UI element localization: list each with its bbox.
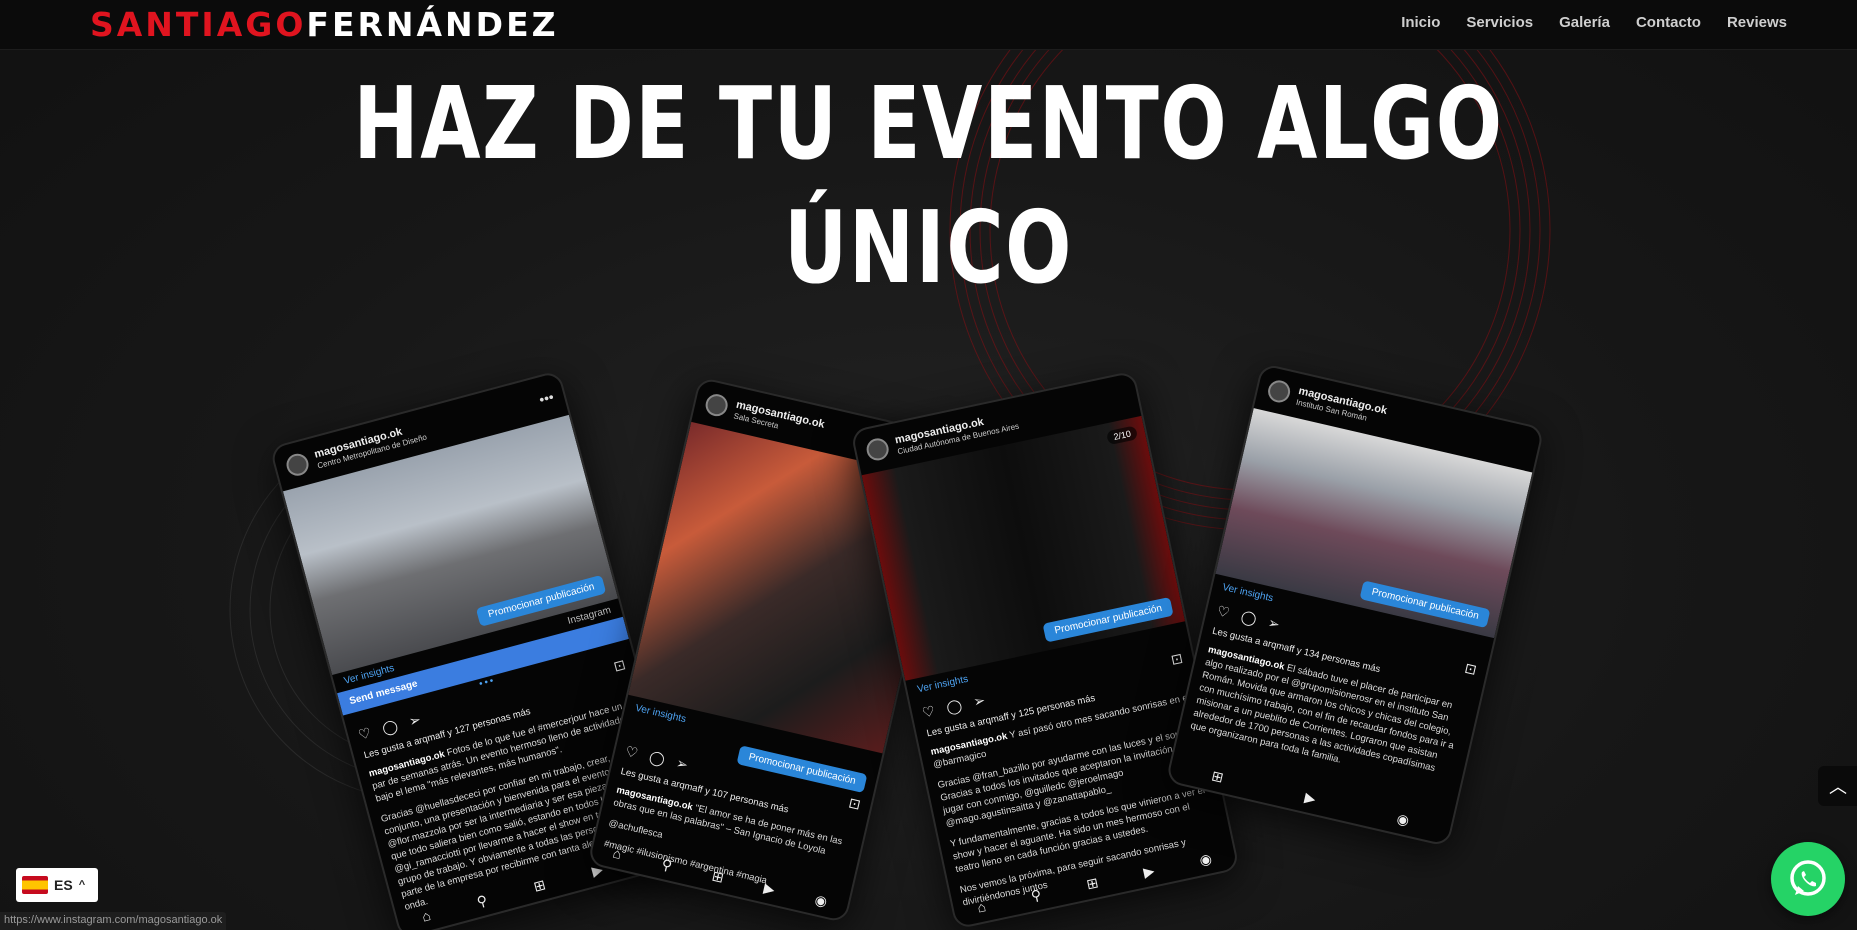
reels-icon[interactable]: ▶ [762, 879, 776, 898]
chevron-up-icon: ^ [78, 879, 86, 891]
search-icon[interactable]: ⚲ [1029, 886, 1043, 905]
hero-line-2: ÚNICO [784, 189, 1073, 306]
add-post-icon[interactable]: ⊞ [1085, 874, 1100, 893]
comment-icon[interactable]: ◯ [1239, 608, 1258, 628]
main-nav: Inicio Servicios Galería Contacto Review… [1401, 14, 1787, 31]
avatar [284, 451, 312, 479]
site-logo[interactable]: SANTIAGOFERNÁNDEZ [90, 6, 559, 44]
avatar [703, 391, 730, 419]
logo-first-name: SANTIAGO [90, 5, 307, 44]
search-icon[interactable]: ⚲ [475, 892, 489, 911]
nav-servicios[interactable]: Servicios [1466, 14, 1533, 31]
search-icon[interactable]: ⚲ [660, 856, 674, 875]
whatsapp-button[interactable] [1771, 842, 1845, 916]
language-code: ES [54, 877, 73, 893]
nav-reviews[interactable]: Reviews [1727, 14, 1787, 31]
add-post-icon[interactable]: ⊞ [1210, 767, 1225, 786]
heart-icon[interactable]: ♡ [624, 743, 640, 762]
bookmark-icon[interactable]: ⊡ [1169, 650, 1184, 669]
bookmark-icon[interactable]: ⊡ [847, 794, 862, 813]
nav-galeria[interactable]: Galería [1559, 14, 1610, 31]
share-icon[interactable]: ➢ [1266, 614, 1281, 633]
hero-line-1: HAZ DE TU EVENTO ALGO [353, 65, 1504, 182]
comment-icon[interactable]: ◯ [380, 717, 400, 737]
heart-icon[interactable]: ♡ [1215, 602, 1232, 621]
bookmark-icon[interactable]: ⊡ [1463, 660, 1478, 679]
language-selector[interactable]: ES ^ [16, 868, 98, 902]
chevron-up-icon: ︿ [1829, 777, 1847, 797]
share-icon[interactable]: ➢ [407, 711, 423, 730]
more-options-icon[interactable]: ••• [537, 388, 555, 407]
avatar [864, 436, 891, 463]
add-post-icon[interactable]: ⊞ [710, 867, 725, 886]
scroll-to-top-button[interactable]: ︿ [1818, 766, 1857, 806]
hero-title: HAZ DE TU EVENTO ALGO ÚNICO [204, 62, 1652, 310]
share-icon[interactable]: ➢ [972, 692, 987, 711]
carousel-counter: 2/10 [1106, 425, 1139, 446]
home-icon[interactable]: ⌂ [976, 898, 988, 916]
status-bar-url: https://www.instagram.com/magosantiago.o… [0, 912, 227, 930]
profile-icon[interactable]: ◉ [1395, 810, 1411, 829]
home-icon[interactable]: ⌂ [420, 907, 433, 926]
share-icon[interactable]: ➢ [674, 754, 690, 773]
comment-icon[interactable]: ◯ [945, 697, 964, 717]
add-post-icon[interactable]: ⊞ [532, 876, 548, 895]
home-icon[interactable]: ⌂ [611, 845, 623, 863]
heart-icon[interactable]: ♡ [357, 724, 374, 744]
comment-icon[interactable]: ◯ [648, 748, 667, 768]
profile-icon[interactable]: ◉ [1198, 850, 1213, 869]
avatar [1265, 378, 1293, 405]
nav-contacto[interactable]: Contacto [1636, 14, 1701, 31]
heart-icon[interactable]: ♡ [921, 702, 937, 721]
bookmark-icon[interactable]: ⊡ [612, 656, 628, 675]
spain-flag-icon [22, 876, 48, 894]
whatsapp-icon [1790, 860, 1826, 896]
profile-icon[interactable]: ◉ [813, 891, 829, 910]
reels-icon[interactable]: ▶ [1142, 862, 1156, 881]
logo-last-name: FERNÁNDEZ [306, 5, 559, 44]
site-header: SANTIAGOFERNÁNDEZ Inicio Servicios Galer… [0, 0, 1857, 50]
reels-icon[interactable]: ▶ [1303, 789, 1317, 808]
nav-inicio[interactable]: Inicio [1401, 14, 1440, 31]
